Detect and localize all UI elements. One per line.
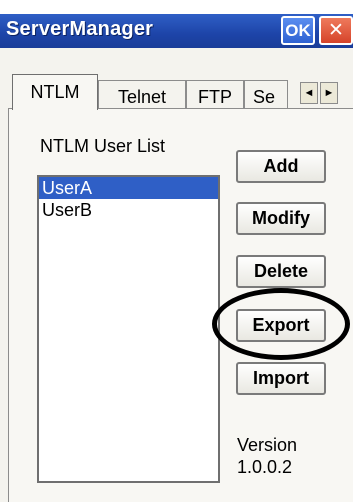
add-button[interactable]: Add	[236, 150, 326, 183]
list-item-usera[interactable]: UserA	[39, 177, 218, 199]
import-button[interactable]: Import	[236, 362, 326, 395]
list-item-userb[interactable]: UserB	[39, 199, 218, 221]
close-button[interactable]: ✕	[319, 16, 353, 45]
tab-strip: NTLM Telnet FTP Se ◄ ►	[0, 74, 353, 112]
arrow-right-icon: ►	[323, 87, 335, 99]
top-crop-strip	[0, 0, 353, 14]
delete-button[interactable]: Delete	[236, 255, 326, 288]
window-title: ServerManager	[6, 18, 154, 40]
user-list-label: NTLM User List	[40, 136, 166, 156]
tab-scroll-right[interactable]: ►	[320, 82, 338, 104]
title-bar: ServerManager OK ✕	[0, 14, 353, 48]
modify-button[interactable]: Modify	[236, 202, 326, 235]
tab-ntlm[interactable]: NTLM	[12, 74, 98, 110]
version-label: Version	[237, 435, 298, 455]
close-icon: ✕	[328, 20, 344, 41]
version-info: Version 1.0.0.2	[237, 434, 297, 478]
version-number: 1.0.0.2	[237, 457, 293, 477]
user-listbox[interactable]: UserA UserB	[37, 175, 220, 483]
arrow-left-icon: ◄	[303, 87, 315, 99]
tab-scroll-left[interactable]: ◄	[300, 82, 318, 104]
ok-button[interactable]: OK	[281, 16, 315, 45]
export-button[interactable]: Export	[236, 309, 326, 342]
